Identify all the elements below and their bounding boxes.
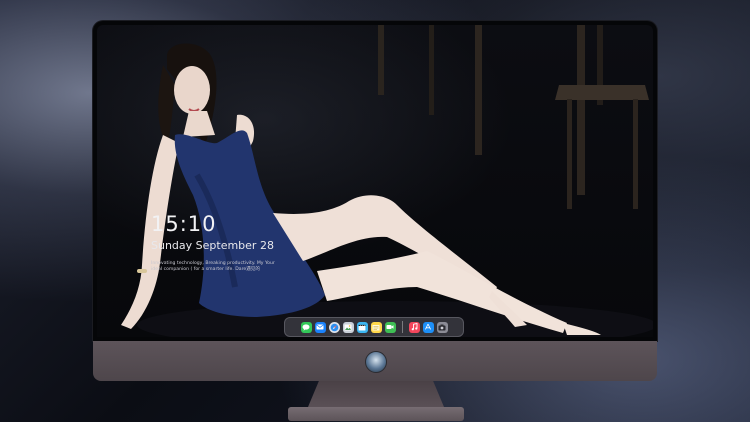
lock-date: Sunday September 28	[151, 239, 274, 252]
monitor-stand-base	[288, 407, 464, 421]
mail-icon[interactable]	[314, 321, 326, 333]
wallpaper	[97, 25, 653, 337]
monitor-stand-neck	[308, 381, 444, 407]
music-icon[interactable]	[408, 321, 420, 333]
lock-tagline: Innovating technology, Breaking producti…	[151, 261, 275, 272]
brand-logo-icon	[365, 351, 387, 373]
facetime-icon[interactable]	[384, 321, 396, 333]
screenshot-icon[interactable]	[436, 321, 448, 333]
notes-icon[interactable]	[370, 321, 382, 333]
monitor-chin	[93, 341, 657, 381]
lock-screen[interactable]: 15:10 Sunday September 28 Innovating tec…	[97, 25, 653, 337]
app-store-icon[interactable]	[422, 321, 434, 333]
clips-icon[interactable]	[356, 321, 368, 333]
imac-monitor: 15:10 Sunday September 28 Innovating tec…	[93, 21, 657, 421]
preview-icon[interactable]	[342, 321, 354, 333]
dock	[284, 317, 464, 337]
messages-icon[interactable]	[300, 321, 312, 333]
dock-separator	[401, 321, 403, 333]
monitor-bezel: 15:10 Sunday September 28 Innovating tec…	[93, 21, 657, 341]
safari-icon[interactable]	[328, 321, 340, 333]
wallpaper-figure-image	[121, 25, 653, 337]
lock-time: 15:10	[151, 212, 217, 236]
